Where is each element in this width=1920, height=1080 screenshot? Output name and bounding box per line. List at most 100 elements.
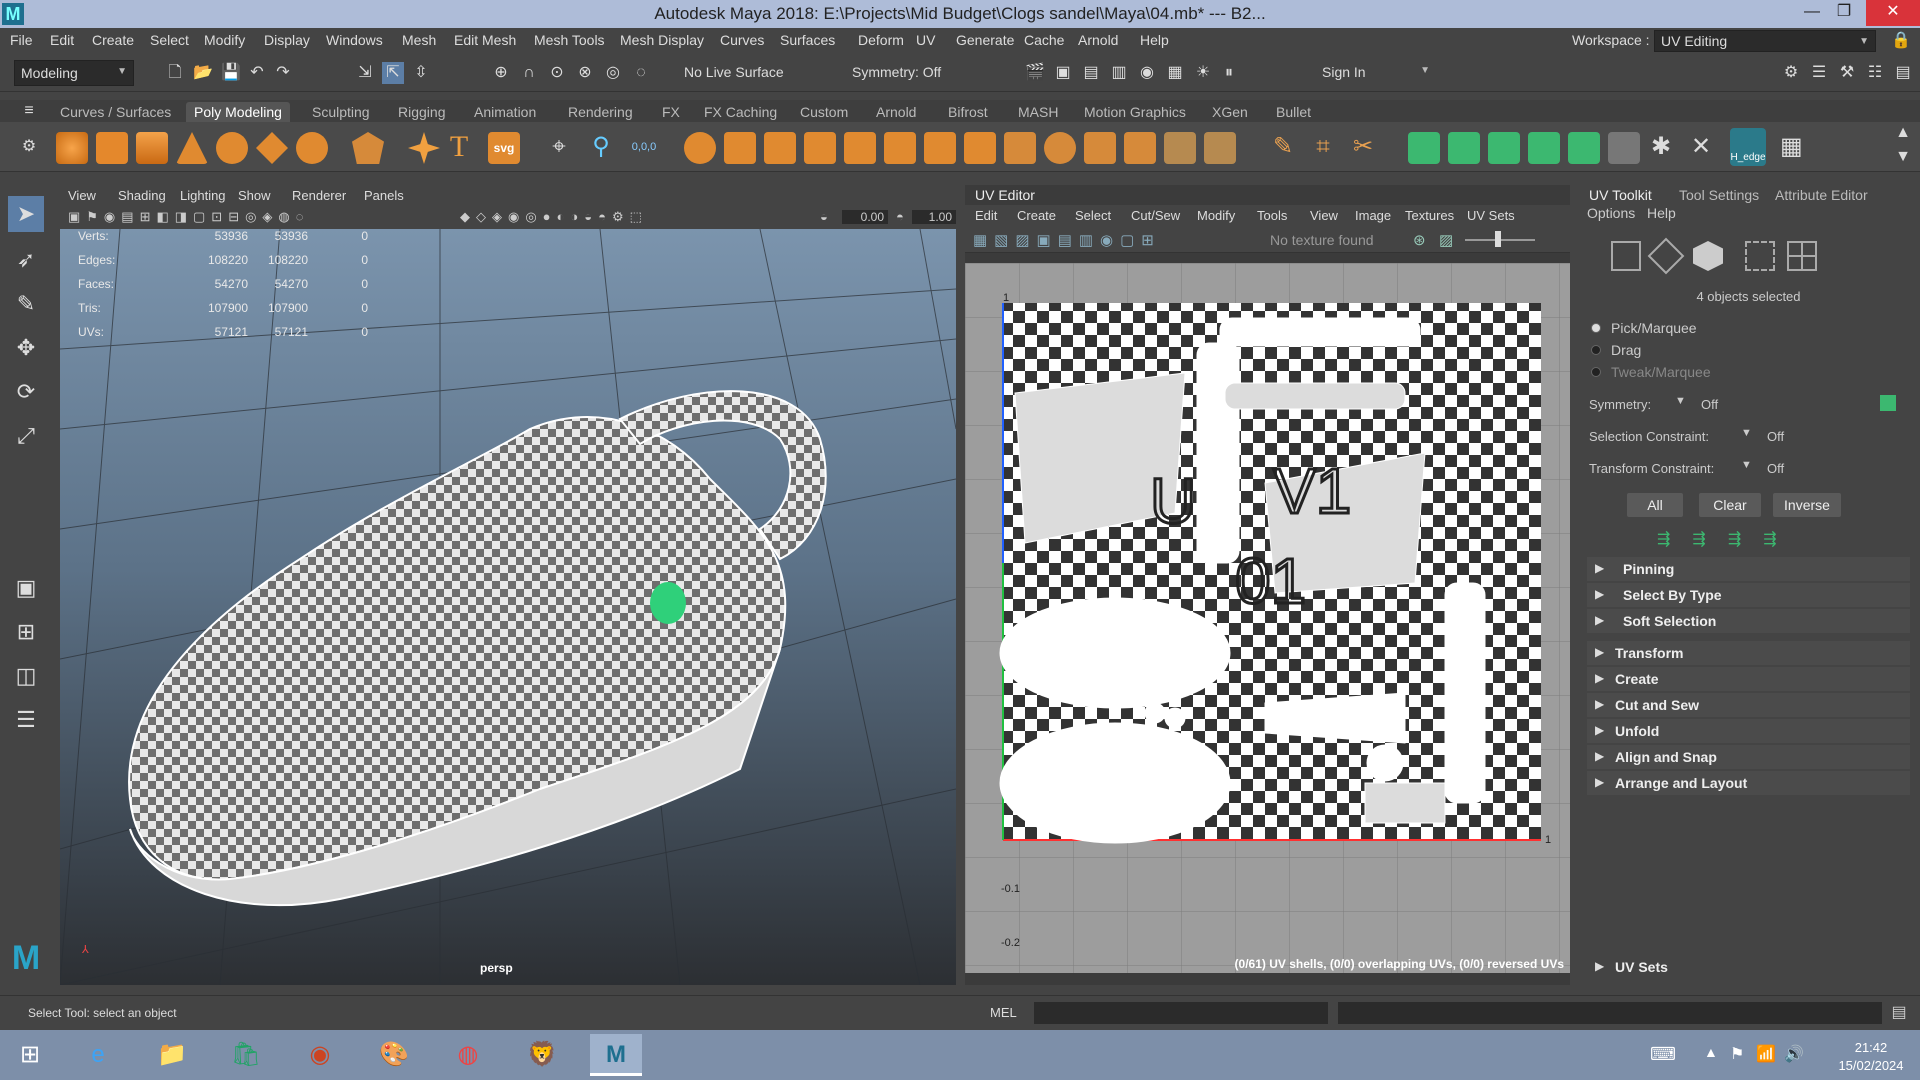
gamma-field[interactable]: 1.00 xyxy=(912,210,956,224)
section-uv-sets[interactable]: ▶ UV Sets xyxy=(1587,955,1910,979)
select-all-button[interactable]: All xyxy=(1627,493,1683,517)
section-pinning[interactable]: ▶ Pinning xyxy=(1587,557,1910,581)
keyboard-icon[interactable]: ⌨ xyxy=(1650,1044,1676,1065)
render-settings-icon[interactable]: ▥ xyxy=(1108,62,1130,84)
uv-cylindrical-icon[interactable] xyxy=(1448,132,1480,164)
boolean-icon[interactable] xyxy=(844,132,876,164)
maya-taskbar-icon[interactable]: M xyxy=(590,1034,642,1076)
section-arrange-and-layout[interactable]: ▶ Arrange and Layout xyxy=(1587,771,1910,795)
shelf-tab-xgen[interactable]: XGen xyxy=(1204,102,1256,122)
snap-view-icon[interactable]: ⊗ xyxy=(574,62,596,84)
uv-menu-uv-sets[interactable]: UV Sets xyxy=(1467,208,1515,223)
toolkit-menu-options[interactable]: Options xyxy=(1587,205,1635,221)
center-pivot-icon[interactable]: 0,0,0 xyxy=(628,136,660,158)
open-scene-icon[interactable]: 📂 xyxy=(192,62,214,84)
toolkit-menu-help[interactable]: Help xyxy=(1647,205,1676,221)
uv-vertex-mode-icon[interactable] xyxy=(1647,237,1685,275)
viewport-menu-view[interactable]: View xyxy=(68,188,96,203)
tweak-marquee-radio[interactable] xyxy=(1591,367,1601,377)
uv-grid-icon[interactable]: ▦ xyxy=(1780,135,1803,159)
menu-mesh-tools[interactable]: Mesh Tools xyxy=(534,32,605,48)
clock-time[interactable]: 21:42 xyxy=(1836,1040,1906,1055)
h-edge-icon[interactable]: H_edge xyxy=(1730,128,1766,166)
brave-icon[interactable]: 🦁 xyxy=(516,1034,568,1076)
shelf-scroll-down-icon[interactable]: ▼ xyxy=(1892,146,1914,168)
uv-layout-icon[interactable] xyxy=(1608,132,1640,164)
section-select-by-type[interactable]: ▶ Select By Type xyxy=(1587,583,1910,607)
cleanup-icon[interactable] xyxy=(1164,132,1196,164)
poly-plane-icon[interactable] xyxy=(256,132,288,164)
selection-constraint-value[interactable]: Off xyxy=(1767,429,1784,444)
uv-menu-view[interactable]: View xyxy=(1310,208,1338,223)
make-live-icon[interactable]: ⚲ xyxy=(590,135,612,159)
paint-icon[interactable]: 🎨 xyxy=(368,1034,420,1076)
menu-surfaces[interactable]: Surfaces xyxy=(780,32,835,48)
menu-help[interactable]: Help xyxy=(1140,32,1169,48)
tool-settings-icon[interactable]: ⚒ xyxy=(1836,62,1858,84)
bridge-icon[interactable] xyxy=(964,132,996,164)
menu-deform[interactable]: Deform xyxy=(858,32,904,48)
uv-shading-icon[interactable]: ⊛ xyxy=(1413,231,1426,249)
uv-canvas[interactable]: U V1 01 1 1 -0.1 -0.2 (0/61) UV shells, … xyxy=(965,263,1570,973)
uv-spherical-icon[interactable] xyxy=(1488,132,1520,164)
action-center-icon[interactable]: ⚑ xyxy=(1730,1044,1744,1064)
menu-curves[interactable]: Curves xyxy=(720,32,764,48)
save-scene-icon[interactable]: 💾 xyxy=(220,62,242,84)
retopologize-icon[interactable] xyxy=(1204,132,1236,164)
menu-arnold[interactable]: Arnold xyxy=(1078,32,1118,48)
shelf-tab-sculpting[interactable]: Sculpting xyxy=(304,102,378,122)
toolkit-tab-attribute-editor[interactable]: Attribute Editor xyxy=(1767,185,1876,205)
poly-cone-icon[interactable] xyxy=(176,132,208,164)
uv-toolbar-icons[interactable]: ▦▧▨▣▤▥◉▢⊞ xyxy=(973,231,1223,249)
section-soft-selection[interactable]: ▶ Soft Selection xyxy=(1587,609,1910,633)
section-unfold[interactable]: ▶ Unfold xyxy=(1587,719,1910,743)
pick-marquee-radio[interactable] xyxy=(1591,323,1601,333)
toolkit-tab-tool-settings[interactable]: Tool Settings xyxy=(1671,185,1767,205)
select-hierarchy-icon[interactable]: ⇲ xyxy=(354,62,376,84)
new-scene-icon[interactable]: 🗋 xyxy=(164,62,186,84)
uv-select-bounds-icon[interactable] xyxy=(1745,241,1775,271)
menu-modify[interactable]: Modify xyxy=(204,32,245,48)
shelf-tab-bifrost[interactable]: Bifrost xyxy=(940,102,996,122)
menu-edit[interactable]: Edit xyxy=(50,32,74,48)
menu-uv[interactable]: UV xyxy=(916,32,935,48)
outliner-layout-icon[interactable]: ☰ xyxy=(8,702,44,738)
uv-menu-modify[interactable]: Modify xyxy=(1197,208,1235,223)
network-icon[interactable]: 📶 xyxy=(1756,1044,1776,1064)
poly-sphere-icon[interactable] xyxy=(56,132,88,164)
davinci-icon[interactable]: ◉ xyxy=(294,1034,346,1076)
uv-grid-select-icon[interactable] xyxy=(1787,241,1817,271)
svg-tool-icon[interactable]: svg xyxy=(488,132,520,164)
uv-automatic-icon[interactable] xyxy=(1528,132,1560,164)
perspective-viewport[interactable]: View Shading Lighting Show Renderer Panels ▣⚑… xyxy=(60,185,956,985)
shelf-settings-icon[interactable]: ⚙ xyxy=(18,136,40,158)
uv-menu-cut-sew[interactable]: Cut/Sew xyxy=(1131,208,1180,223)
single-view-icon[interactable]: ▣ xyxy=(8,570,44,606)
shelf-tab-curves-surfaces[interactable]: Curves / Surfaces xyxy=(52,102,179,122)
uv-menu-create[interactable]: Create xyxy=(1017,208,1056,223)
platonic-solid-icon[interactable] xyxy=(352,132,384,164)
lock-icon[interactable]: 🔒 xyxy=(1890,30,1912,52)
select-tool-icon[interactable]: ➤ xyxy=(8,196,44,232)
snap-point-icon[interactable]: ⊙ xyxy=(546,62,568,84)
bevel-icon[interactable] xyxy=(924,132,956,164)
shelf-scroll-up-icon[interactable]: ▲ xyxy=(1892,122,1914,144)
store-icon[interactable]: 🛍 xyxy=(220,1034,272,1076)
ipr-render-icon[interactable]: ▤ xyxy=(1080,62,1102,84)
shelf-menu-icon[interactable]: ≡ xyxy=(18,100,40,122)
smooth-icon[interactable] xyxy=(764,132,796,164)
multi-cut-icon[interactable]: ✎ xyxy=(1272,135,1294,159)
section-align-and-snap[interactable]: ▶ Align and Snap xyxy=(1587,745,1910,769)
super-shape-icon[interactable] xyxy=(408,132,440,164)
uv-menu-select[interactable]: Select xyxy=(1075,208,1111,223)
section-transform[interactable]: ▶ Transform xyxy=(1587,641,1910,665)
selection-constraint-arrow-icon[interactable]: ▼ xyxy=(1741,427,1752,439)
uv-cut-icon[interactable]: ✱ xyxy=(1650,135,1672,159)
chrome-icon[interactable]: ◍ xyxy=(442,1034,494,1076)
uv-menu-tools[interactable]: Tools xyxy=(1257,208,1287,223)
shelf-tab-fx-caching[interactable]: FX Caching xyxy=(696,102,785,122)
clear-button[interactable]: Clear xyxy=(1699,493,1761,517)
combine-icon[interactable] xyxy=(684,132,716,164)
section-create[interactable]: ▶ Create xyxy=(1587,667,1910,691)
restore-button[interactable]: ❐ xyxy=(1822,0,1866,26)
